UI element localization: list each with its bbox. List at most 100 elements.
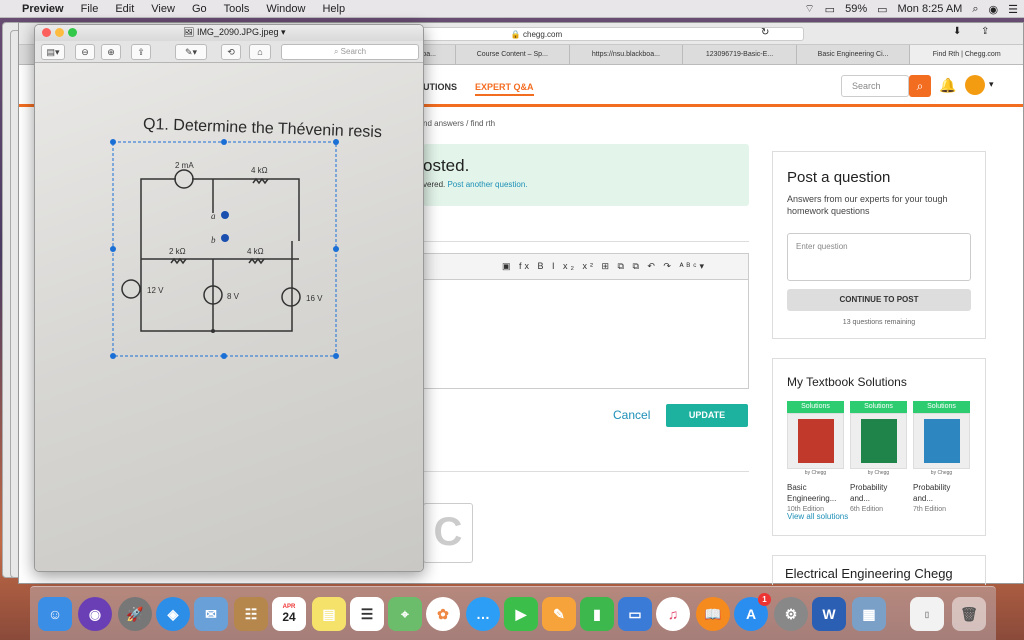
app-store-badge: 1	[758, 593, 771, 606]
word-icon[interactable]: W	[812, 597, 846, 631]
siri-app-icon[interactable]: ◉	[78, 597, 112, 631]
textbook-item[interactable]: Solutions by Chegg Probability and... 6t…	[850, 401, 907, 513]
solutions-tag: Solutions	[787, 401, 844, 413]
avatar[interactable]	[965, 75, 985, 95]
menu-help[interactable]: Help	[322, 3, 345, 15]
launchpad-icon[interactable]: 🚀	[118, 597, 152, 631]
airplay-icon[interactable]: ▭	[825, 3, 835, 16]
download-icon[interactable]: ⬇	[953, 26, 961, 37]
book-title[interactable]: Probability and...	[850, 482, 907, 504]
siri-icon[interactable]: ◉	[989, 3, 999, 16]
notes-icon[interactable]: ▤	[312, 597, 346, 631]
update-button[interactable]: UPDATE	[666, 404, 748, 427]
menu-edit[interactable]: Edit	[115, 3, 134, 15]
search-input[interactable]: Search	[841, 75, 909, 97]
book-cover[interactable]	[913, 413, 970, 469]
rotate-button[interactable]: ⟲	[221, 44, 241, 60]
tab-6[interactable]: Find Rth | Chegg.com	[909, 45, 1023, 64]
selection-handle	[110, 353, 116, 359]
view-all-solutions-link[interactable]: View all solutions	[787, 512, 848, 521]
book-cover[interactable]	[787, 413, 844, 469]
minimize-button[interactable]	[55, 28, 64, 37]
reminders-icon[interactable]: ☰	[350, 597, 384, 631]
itunes-icon[interactable]: ♫	[656, 597, 690, 631]
tab-4[interactable]: 123096719-Basic-E...	[682, 45, 796, 64]
menu-window[interactable]: Window	[266, 3, 305, 15]
search-icon[interactable]: ⌕	[909, 75, 931, 97]
book-title[interactable]: Basic Engineering...	[787, 482, 844, 504]
electrical-engineering-card: Electrical Engineering Chegg	[772, 555, 986, 585]
menu-app-preview[interactable]: Preview	[22, 3, 64, 15]
wifi-icon[interactable]: ⌔	[804, 2, 814, 16]
cancel-button[interactable]: Cancel	[613, 408, 650, 422]
app-store-icon[interactable]: A 1	[734, 593, 771, 631]
photos-icon[interactable]: ✿	[426, 597, 460, 631]
editor-tools[interactable]: ▣ fx B I x₂ x² ⊞ ⧉ ⧉ ↶ ↷ ᴬᴮᶜ▾	[502, 261, 707, 272]
book-cover[interactable]	[850, 413, 907, 469]
toolbox-button[interactable]: ⌂	[249, 44, 271, 60]
finder-icon[interactable]: ☺	[38, 597, 72, 631]
share-icon[interactable]: ⇪	[981, 26, 989, 37]
zoom-in-button[interactable]: ⊕	[101, 44, 121, 60]
nav-solutions[interactable]: UTIONS	[423, 82, 457, 92]
post-another-link[interactable]: Post another question.	[447, 180, 527, 189]
reload-icon[interactable]: ↻	[761, 27, 769, 38]
tab-2[interactable]: Course Content – Sp...	[455, 45, 569, 64]
preview-app-icon[interactable]: ▦	[852, 597, 886, 631]
messages-icon[interactable]: …	[466, 597, 500, 631]
menu-view[interactable]: View	[151, 3, 175, 15]
menu-go[interactable]: Go	[192, 3, 207, 15]
preview-filename[interactable]: 🖼 IMG_2090.JPG.jpeg ▾	[183, 27, 286, 38]
notification-center-icon[interactable]: ☰	[1008, 3, 1018, 16]
battery-percent[interactable]: 59%	[845, 3, 867, 15]
zoom-out-button[interactable]: ⊖	[75, 44, 95, 60]
selection-rectangle	[112, 141, 337, 357]
bell-icon[interactable]: 🔔	[939, 77, 956, 94]
pages-icon[interactable]: ✎	[542, 597, 576, 631]
trash-icon[interactable]: 🗑	[952, 597, 986, 631]
keynote-icon[interactable]: ▭	[618, 597, 652, 631]
share-button[interactable]: ⇪	[131, 44, 151, 60]
textbook-item[interactable]: Solutions by Chegg Probability and... 7t…	[913, 401, 970, 513]
menu-file[interactable]: File	[81, 3, 99, 15]
contacts-icon[interactable]: ☷	[234, 597, 268, 631]
tab-3[interactable]: https://nsu.blackboa...	[568, 45, 683, 64]
question-input[interactable]: Enter question	[787, 233, 971, 281]
book-title[interactable]: Probability and...	[913, 482, 970, 504]
clock[interactable]: Mon 8:25 AM	[898, 3, 963, 15]
nav-expert-qa[interactable]: EXPERT Q&A	[475, 82, 534, 96]
safari-icon[interactable]: ◈	[156, 597, 190, 631]
document-icon[interactable]: ▯	[910, 597, 944, 631]
zoom-button[interactable]	[68, 28, 77, 37]
calendar-icon[interactable]: APR 24	[272, 597, 306, 631]
textbook-item[interactable]: Solutions by Chegg Basic Engineering... …	[787, 401, 844, 513]
selection-handle	[110, 246, 116, 252]
battery-icon[interactable]: ▭	[877, 3, 887, 16]
facetime-icon[interactable]: ▶	[504, 597, 538, 631]
selection-handle	[221, 353, 227, 359]
breadcrumb: nd answers / find rth	[423, 119, 496, 128]
preview-titlebar[interactable]: 🖼 IMG_2090.JPG.jpeg ▾	[35, 25, 423, 41]
markup-button[interactable]: ✎▾	[175, 44, 207, 60]
mail-icon[interactable]: ✉	[194, 597, 228, 631]
chevron-down-icon[interactable]: ▾	[989, 79, 994, 90]
label-v1: 12 V	[147, 286, 164, 295]
sidebar-toggle-button[interactable]: ▤▾	[41, 44, 65, 60]
preview-window: 🖼 IMG_2090.JPG.jpeg ▾ ▤▾ ⊖ ⊕ ⇪ ✎▾ ⟲ ⌂ ⌕ …	[34, 24, 424, 572]
answer-editor[interactable]: ▣ fx B I x₂ x² ⊞ ⧉ ⧉ ↶ ↷ ᴬᴮᶜ▾	[423, 253, 749, 389]
posted-subtitle: vered. Post another question.	[423, 180, 528, 189]
numbers-icon[interactable]: ▮	[580, 597, 614, 631]
preview-search-input[interactable]: ⌕ Search	[281, 44, 419, 60]
close-button[interactable]	[42, 28, 51, 37]
maps-icon[interactable]: ⌖	[388, 597, 422, 631]
continue-to-post-button[interactable]: CONTINUE TO POST	[787, 289, 971, 311]
tab-5[interactable]: Basic Engineering Ci...	[795, 45, 910, 64]
label-node-a: a	[211, 211, 216, 221]
spotlight-search-icon[interactable]: ⌕	[972, 3, 978, 16]
chegg-c-logo: C	[423, 503, 473, 563]
posted-title: osted.	[423, 156, 470, 175]
menu-tools[interactable]: Tools	[224, 3, 250, 15]
ibooks-icon[interactable]: 📖	[696, 597, 730, 631]
system-preferences-icon[interactable]: ⚙	[774, 597, 808, 631]
photo-image[interactable]: Q1. Determine the Thévenin resis 2 mA 4 …	[35, 63, 423, 571]
